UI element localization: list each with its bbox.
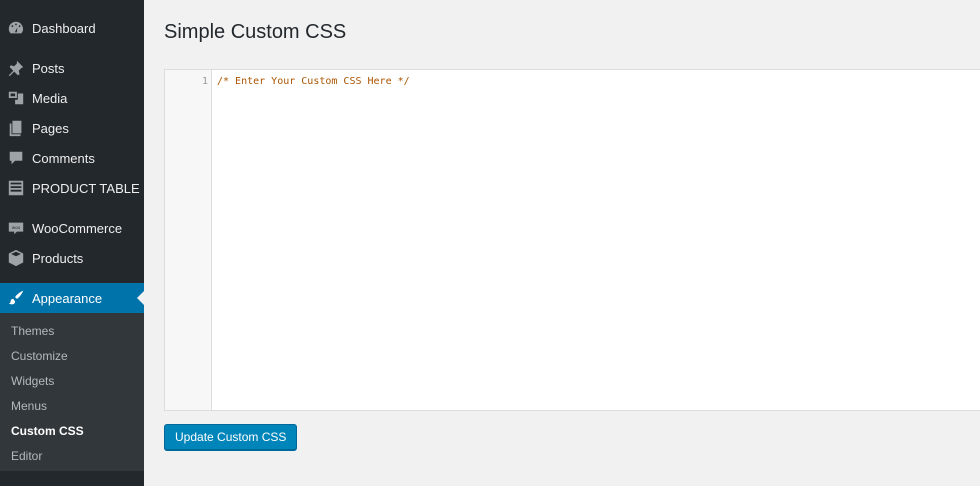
menu-separator: [0, 273, 144, 283]
sidebar-item-label: Products: [32, 250, 84, 266]
admin-menu: Dashboard Posts Media Pages Comments PRO…: [0, 0, 144, 313]
line-number-gutter: 1: [165, 70, 212, 410]
media-icon: [7, 89, 25, 107]
sidebar-item-appearance[interactable]: Appearance: [0, 283, 144, 313]
table-icon: [7, 179, 25, 197]
code-line[interactable]: /* Enter Your Custom CSS Here */: [217, 76, 410, 87]
sidebar-item-label: Appearance: [32, 290, 103, 306]
menu-separator: [0, 43, 144, 53]
page-title: Simple Custom CSS: [164, 21, 347, 43]
submenu-item-editor[interactable]: Editor: [0, 444, 144, 469]
sidebar-item-label: Posts: [32, 60, 65, 76]
sidebar-item-label: PRODUCT TABLE: [32, 180, 140, 196]
submenu-item-customize[interactable]: Customize: [0, 344, 144, 369]
woocommerce-icon: woo: [7, 219, 25, 237]
sidebar-item-dashboard[interactable]: Dashboard: [0, 13, 144, 43]
sidebar-item-label: Pages: [32, 120, 69, 136]
brush-icon: [7, 289, 25, 307]
submenu-item-menus[interactable]: Menus: [0, 394, 144, 419]
sidebar-item-label: Comments: [32, 150, 95, 166]
main-content: Simple Custom CSS 1 /* Enter Your Custom…: [144, 0, 980, 486]
sidebar-item-pages[interactable]: Pages: [0, 113, 144, 143]
box-icon: [7, 249, 25, 267]
submenu-item-custom-css[interactable]: Custom CSS: [0, 419, 144, 444]
pin-icon: [7, 59, 25, 77]
sidebar-item-comments[interactable]: Comments: [0, 143, 144, 173]
sidebar-item-woocommerce[interactable]: woo WooCommerce: [0, 213, 144, 243]
comment-icon: [7, 149, 25, 167]
sidebar-item-label: Media: [32, 90, 68, 106]
admin-sidebar: Dashboard Posts Media Pages Comments PRO…: [0, 0, 144, 486]
line-number: 1: [201, 76, 208, 87]
menu-separator: [0, 203, 144, 213]
update-custom-css-button[interactable]: Update Custom CSS: [164, 424, 298, 450]
appearance-submenu: Themes Customize Widgets Menus Custom CS…: [0, 313, 144, 471]
sidebar-item-label: Dashboard: [32, 20, 96, 36]
svg-text:woo: woo: [12, 225, 21, 230]
submenu-item-widgets[interactable]: Widgets: [0, 369, 144, 394]
dashboard-icon: [7, 19, 25, 37]
submenu-item-themes[interactable]: Themes: [0, 319, 144, 344]
css-editor[interactable]: 1 /* Enter Your Custom CSS Here */: [164, 69, 980, 411]
sidebar-item-label: WooCommerce: [32, 220, 123, 236]
sidebar-item-product-table[interactable]: PRODUCT TABLE: [0, 173, 144, 203]
sidebar-item-posts[interactable]: Posts: [0, 53, 144, 83]
sidebar-item-media[interactable]: Media: [0, 83, 144, 113]
pages-icon: [7, 119, 25, 137]
sidebar-item-products[interactable]: Products: [0, 243, 144, 273]
